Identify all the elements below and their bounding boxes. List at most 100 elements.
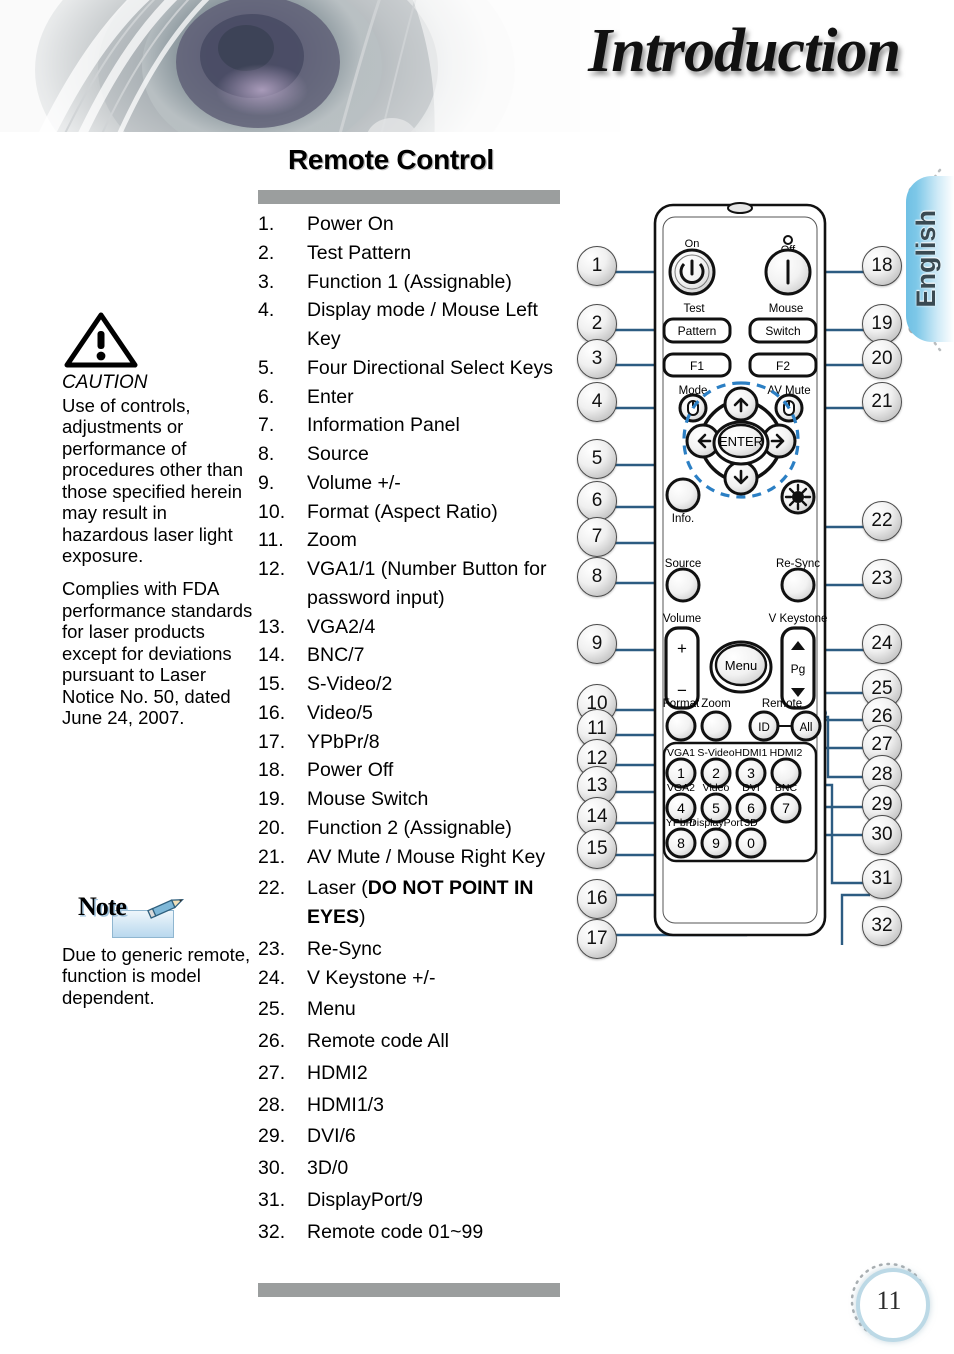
callout-badge: 17 (577, 919, 617, 959)
list-item-number: 10. (258, 500, 286, 523)
callout-badge: 20 (862, 339, 902, 379)
svg-text:All: All (800, 722, 813, 734)
svg-text:Remote: Remote (762, 698, 802, 710)
list-item: 23. Re-Sync (258, 935, 563, 964)
list-item-number: 3. (258, 270, 275, 293)
svg-text:Pg: Pg (791, 662, 806, 676)
list-item: 1. Power On (258, 210, 563, 239)
list-item-label: Enter (307, 385, 354, 408)
list-item-number: 21. (258, 845, 286, 868)
callout-badge: 31 (862, 859, 902, 899)
keypad-button: HDMI1 3 (735, 747, 768, 789)
keypad-button-label: Video (703, 782, 730, 794)
keypad-button: BNC 7 (770, 782, 802, 824)
list-item-label: HDMI1/3 (307, 1093, 384, 1116)
list-item: 18. Power Off (258, 756, 563, 785)
list-item-number: 4. (258, 299, 275, 322)
list-item: 25. Menu (258, 995, 563, 1024)
list-item-label: Menu (307, 998, 356, 1021)
list-item-label: VGA2/4 (307, 615, 376, 638)
list-item-label: Function 1 (Assignable) (307, 270, 512, 293)
list-item-label: DisplayPort/9 (307, 1188, 423, 1211)
list-item-number: 5. (258, 356, 275, 379)
callout-badge-label: 32 (871, 915, 893, 936)
list-item: 13. VGA2/4 (258, 613, 563, 642)
keypad-button-digit: 6 (747, 800, 755, 816)
callout-badge-label: 2 (591, 313, 603, 334)
svg-text:Zoom: Zoom (701, 698, 730, 710)
note-badge-label: Note (78, 892, 127, 921)
list-item-number: 15. (258, 673, 286, 695)
list-item: 17. YPbPr/8 (258, 728, 563, 757)
rule-top (258, 190, 560, 204)
list-item-label: DVI/6 (307, 1125, 356, 1148)
list-item-number: 29. (258, 1125, 286, 1148)
list-item-number: 9. (258, 471, 275, 494)
remote-control-list: 1. Power On 2. Test Pattern 3. Function 1 (As… (258, 210, 563, 1246)
keypad-button-label: BNC (775, 782, 798, 794)
callout-badge-label: 20 (871, 348, 893, 369)
callout-badge: 18 (862, 246, 902, 286)
list-item-number: 16. (258, 701, 286, 724)
list-item-number: 20. (258, 816, 286, 839)
list-item: 2. Test Pattern (258, 239, 563, 268)
keypad-button-digit: 1 (677, 765, 685, 781)
callout-badge-label: 24 (871, 633, 893, 654)
callout-badge-label: 9 (591, 633, 603, 654)
list-item-label: Remote code All (307, 1030, 449, 1052)
list-item: 10. Format (Aspect Ratio) (258, 498, 563, 527)
keypad-button-digit: 3 (747, 765, 755, 781)
list-item: 20. Function 2 (Assignable) (258, 814, 563, 843)
list-item: 32. Remote code 01~99 (258, 1218, 563, 1247)
svg-text:Mouse: Mouse (769, 303, 804, 315)
keypad-button: S-Video 2 (697, 747, 735, 789)
list-item-label: Mouse Switch (307, 788, 429, 810)
keypad-button-digit: 9 (712, 835, 720, 851)
svg-text:+: + (677, 639, 687, 658)
keypad-button-label: HDMI1 (735, 747, 768, 759)
list-item: 4. Display mode / Mouse Left Key (258, 296, 563, 354)
callout-badge-label: 14 (586, 806, 608, 827)
svg-text:On: On (685, 238, 700, 250)
list-item-number: 12. (258, 558, 286, 580)
list-item: 26. Remote code All (258, 1027, 563, 1056)
list-item: 27. HDMI2 (258, 1059, 563, 1088)
callout-badge: 32 (862, 906, 902, 946)
list-item: 19. Mouse Switch (258, 785, 563, 814)
keypad-button-label: 3D (744, 817, 758, 829)
callout-badge: 23 (862, 559, 902, 599)
callout-badge-label: 21 (871, 391, 893, 412)
callout-badge: 7 (577, 517, 617, 557)
svg-text:Format: Format (663, 698, 700, 710)
keypad-button-digit: 4 (677, 800, 685, 816)
callout-badge: 3 (577, 339, 617, 379)
list-item-number: 13. (258, 615, 286, 638)
list-item-label: Zoom (307, 529, 357, 552)
list-item: 22. Laser (DO NOT POINT IN EYES) (258, 874, 563, 932)
keypad-button-digit: 5 (712, 800, 720, 816)
keypad-button-label: S-Video (697, 747, 734, 759)
list-item: 3. Function 1 (Assignable) (258, 268, 563, 297)
list-item: 29. DVI/6 (258, 1122, 563, 1151)
list-item-emphasis: DO NOT POINT IN EYES (307, 877, 534, 928)
callout-badge-label: 13 (586, 775, 608, 796)
keypad-button-label: DisplayPort (689, 817, 743, 829)
page-number: 11 (850, 1262, 930, 1342)
list-item: 21. AV Mute / Mouse Right Key (258, 843, 563, 872)
list-item-number: 7. (258, 414, 275, 437)
caution-paragraph-1: Use of controls, adjustments or performa… (62, 394, 244, 567)
list-item-number: 28. (258, 1093, 286, 1116)
list-item-label: Laser (DO NOT POINT IN EYES) (307, 877, 534, 928)
keypad-button: Video 5 (700, 782, 732, 824)
callout-badge-label: 19 (871, 313, 893, 334)
keypad-button: VGA1 1 (665, 747, 697, 789)
list-item-label: AV Mute / Mouse Right Key (307, 845, 546, 868)
pencil-icon (147, 898, 185, 919)
list-item-label: Re-Sync (307, 937, 382, 960)
list-item-label: Video/5 (307, 701, 373, 724)
list-item-number: 6. (258, 385, 275, 408)
list-item-number: 19. (258, 788, 286, 810)
svg-text:Pattern: Pattern (678, 324, 717, 338)
list-item: 9. Volume +/- (258, 469, 563, 498)
svg-text:Info.: Info. (672, 513, 694, 525)
